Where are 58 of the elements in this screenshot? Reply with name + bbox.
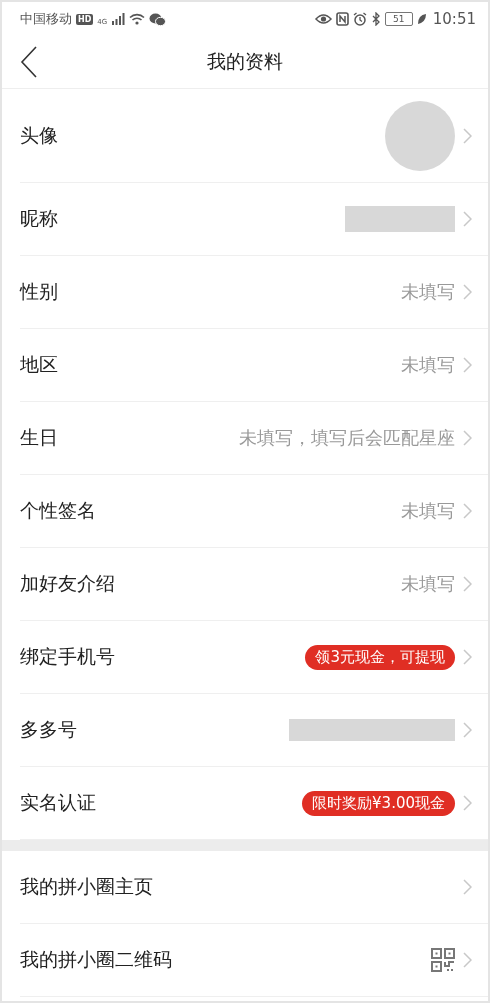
chevron-right-icon — [463, 127, 472, 144]
list-row[interactable]: 我的拼小圈主页 — [20, 851, 488, 924]
list-row[interactable]: 实名认证 限时奖励¥3.00现金 — [20, 767, 488, 840]
battery-level: 51 — [393, 14, 405, 24]
page-title: 我的资料 — [207, 49, 283, 74]
leaf-icon — [416, 13, 427, 25]
list-row[interactable]: 我的拼小圈二维码 — [20, 924, 488, 997]
chevron-right-icon — [463, 211, 472, 227]
list-row[interactable]: 地区 未填写 — [20, 329, 488, 402]
chevron-right-icon — [463, 952, 472, 968]
row-label: 地区 — [20, 352, 58, 377]
qr-code-icon — [431, 948, 455, 972]
chevron-right-icon — [463, 357, 472, 373]
alarm-icon — [352, 12, 367, 26]
reward-badge: 限时奖励¥3.00现金 — [302, 790, 455, 816]
carrier-name: 中国移动 — [20, 10, 72, 28]
reward-badge: 领3元现金，可提现 — [305, 644, 455, 670]
eye-icon — [314, 13, 332, 25]
chevron-right-icon — [463, 430, 472, 446]
list-row[interactable]: 多多号 — [20, 694, 488, 767]
chevron-right-icon — [463, 879, 472, 895]
nfc-icon — [335, 12, 349, 26]
chevron-right-icon — [463, 722, 472, 738]
back-icon — [20, 46, 38, 78]
row-value: 未填写 — [401, 572, 455, 596]
list-row[interactable]: 头像 — [20, 89, 488, 183]
row-label: 我的拼小圈主页 — [20, 874, 153, 899]
row-value: 未填写 — [401, 280, 455, 304]
list-row[interactable]: 绑定手机号 领3元现金，可提现 — [20, 621, 488, 694]
row-value: 未填写，填写后会匹配星座 — [239, 426, 455, 450]
chevron-right-icon — [463, 795, 472, 811]
clock-time: 10:51 — [432, 10, 476, 28]
list-row[interactable]: 昵称 — [20, 183, 488, 256]
wifi-icon — [129, 13, 146, 25]
chat-bubbles-icon — [149, 12, 167, 26]
row-label: 性别 — [20, 279, 58, 304]
signal-icon — [111, 13, 126, 25]
list-row[interactable]: 性别 未填写 — [20, 256, 488, 329]
chevron-right-icon — [463, 649, 472, 665]
chevron-right-icon — [463, 503, 472, 519]
row-label: 多多号 — [20, 717, 77, 742]
list-row[interactable]: 生日 未填写，填写后会匹配星座 — [20, 402, 488, 475]
hd-badge: HD — [76, 13, 94, 25]
row-label: 实名认证 — [20, 790, 96, 815]
bluetooth-icon — [370, 12, 381, 26]
row-value: 未填写 — [401, 499, 455, 523]
row-label: 个性签名 — [20, 498, 96, 523]
chevron-right-icon — [463, 284, 472, 300]
list-row[interactable]: 个性签名 未填写 — [20, 475, 488, 548]
row-label: 昵称 — [20, 206, 58, 231]
row-label: 头像 — [20, 122, 58, 148]
row-label: 我的拼小圈二维码 — [20, 947, 172, 972]
row-value: 未填写 — [401, 353, 455, 377]
chevron-right-icon — [463, 576, 472, 592]
row-label: 生日 — [20, 425, 58, 450]
row-label: 绑定手机号 — [20, 644, 115, 669]
row-label: 加好友介绍 — [20, 571, 115, 596]
list-row[interactable]: 加好友介绍 未填写 — [20, 548, 488, 621]
